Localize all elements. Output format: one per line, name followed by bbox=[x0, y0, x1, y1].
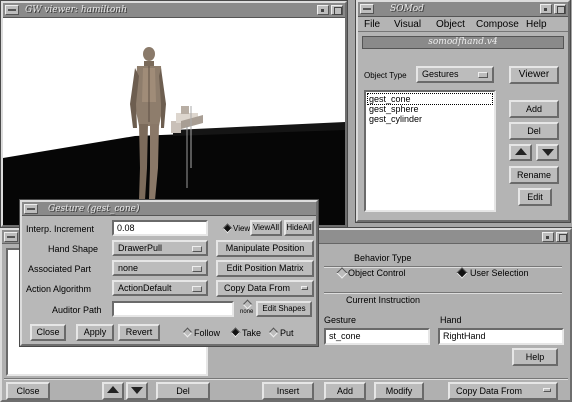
minimize-icon[interactable] bbox=[542, 232, 554, 242]
menu-object[interactable]: Object bbox=[436, 17, 465, 32]
arrow-up-icon bbox=[514, 148, 527, 155]
auditor-path-field[interactable] bbox=[112, 301, 234, 317]
current-instruction-label: Current Instruction bbox=[346, 295, 421, 305]
edit-button[interactable]: Edit bbox=[518, 188, 552, 206]
auditor-path-label: Auditor Path bbox=[52, 305, 102, 315]
minimize-icon[interactable] bbox=[540, 4, 552, 14]
list-item[interactable]: gest_cylinder bbox=[368, 114, 492, 124]
apply-button[interactable]: Apply bbox=[76, 324, 114, 341]
object-control-radio[interactable] bbox=[336, 267, 348, 279]
put-label: Put bbox=[280, 328, 294, 338]
viewer-window: GW viewer: hamiltonh bbox=[1, 1, 347, 227]
close-button[interactable]: Close bbox=[30, 324, 66, 341]
associated-part-label: Associated Part bbox=[28, 264, 92, 274]
window-menu-icon[interactable] bbox=[5, 5, 19, 15]
close-button[interactable]: Close bbox=[6, 382, 50, 400]
scene-render bbox=[3, 47, 345, 225]
view-radio[interactable] bbox=[222, 223, 233, 234]
user-selection-radio[interactable] bbox=[456, 267, 468, 279]
auditor-small-label: none bbox=[240, 309, 254, 315]
gesture-dialog-title: Gesture (gest_cone) bbox=[48, 204, 140, 214]
viewer-button[interactable]: Viewer bbox=[509, 66, 559, 84]
list-item[interactable]: gest_sphere bbox=[368, 104, 492, 114]
dropdown-indicator bbox=[301, 286, 308, 290]
follow-radio[interactable] bbox=[182, 327, 193, 338]
minimize-icon[interactable] bbox=[317, 5, 329, 15]
interp-increment-field[interactable]: 0.08 bbox=[112, 220, 208, 236]
viewer-titlebar[interactable]: GW viewer: hamiltonh bbox=[3, 3, 345, 18]
maximize-icon[interactable] bbox=[556, 232, 568, 242]
somod-window: SOMod File Visual Object Compose Help so… bbox=[356, 0, 570, 222]
view-label: View bbox=[233, 224, 251, 233]
hide-all-button[interactable]: HideAll bbox=[284, 220, 314, 236]
take-radio[interactable] bbox=[230, 327, 241, 338]
action-algorithm-select[interactable]: ActionDefault bbox=[112, 280, 208, 296]
gesture-label: Gesture bbox=[324, 315, 357, 325]
help-button[interactable]: Help bbox=[512, 348, 558, 366]
somod-title: SOMod bbox=[390, 4, 424, 14]
list-item[interactable]: gest_cone bbox=[367, 93, 493, 105]
arrow-down-icon bbox=[131, 387, 143, 394]
revert-button[interactable]: Revert bbox=[118, 324, 160, 341]
add-button[interactable]: Add bbox=[509, 100, 559, 118]
somod-titlebar[interactable]: SOMod bbox=[358, 2, 568, 17]
maximize-icon[interactable] bbox=[554, 4, 566, 14]
hand-field[interactable]: RightHand bbox=[438, 328, 564, 345]
insert-button[interactable]: Insert bbox=[262, 382, 314, 400]
add-button[interactable]: Add bbox=[324, 382, 366, 400]
window-menu-icon[interactable] bbox=[360, 4, 374, 14]
manipulate-position-button[interactable]: Manipulate Position bbox=[216, 240, 314, 257]
gesture-titlebar[interactable]: Gesture (gest_cone) bbox=[22, 202, 316, 216]
edit-position-matrix-button[interactable]: Edit Position Matrix bbox=[216, 260, 314, 277]
put-radio[interactable] bbox=[268, 327, 279, 338]
arrow-up-icon bbox=[107, 386, 119, 393]
viewer-title: GW viewer: hamiltonh bbox=[25, 5, 127, 15]
behavior-type-label: Behavior Type bbox=[354, 253, 412, 263]
object-type-select[interactable]: Gestures bbox=[416, 66, 494, 83]
associated-part-select[interactable]: none bbox=[112, 260, 208, 276]
menu-visual[interactable]: Visual bbox=[394, 17, 421, 32]
move-up-button[interactable] bbox=[509, 144, 532, 161]
object-control-label: Object Control bbox=[348, 268, 406, 278]
menu-help[interactable]: Help bbox=[526, 17, 547, 32]
somod-subtitle-bar: somodfhand.v4 bbox=[362, 36, 564, 49]
bottom-separator bbox=[4, 378, 568, 380]
move-down-button[interactable] bbox=[536, 144, 559, 161]
somod-subtitle: somodfhand.v4 bbox=[428, 37, 498, 47]
window-menu-icon[interactable] bbox=[24, 204, 38, 214]
copy-data-from-label: Copy Data From bbox=[456, 386, 523, 396]
hand-shape-select[interactable]: DrawerPull bbox=[112, 240, 208, 256]
del-button[interactable]: Del bbox=[509, 122, 559, 140]
edit-shapes-button[interactable]: Edit Shapes bbox=[256, 301, 312, 317]
dropdown-indicator bbox=[543, 388, 551, 392]
window-menu-icon[interactable] bbox=[4, 232, 18, 242]
rename-button[interactable]: Rename bbox=[509, 166, 559, 184]
del-button[interactable]: Del bbox=[156, 382, 210, 400]
gesture-list[interactable]: gest_cone gest_sphere gest_cylinder bbox=[364, 90, 496, 212]
copy-data-from-button[interactable]: Copy Data From bbox=[448, 382, 558, 400]
action-algorithm-label: Action Algorithm bbox=[26, 284, 92, 294]
take-label: Take bbox=[242, 328, 262, 338]
move-up-button[interactable] bbox=[102, 382, 124, 400]
somod-menubar: File Visual Object Compose Help bbox=[358, 17, 568, 32]
copy-data-from-button[interactable]: Copy Data From bbox=[216, 280, 314, 297]
gesture-field[interactable]: st_cone bbox=[324, 328, 430, 345]
3d-scene[interactable] bbox=[3, 18, 345, 225]
arrow-down-icon bbox=[541, 149, 554, 156]
user-selection-label: User Selection bbox=[470, 268, 529, 278]
modify-button[interactable]: Modify bbox=[374, 382, 424, 400]
view-all-button[interactable]: ViewAll bbox=[250, 220, 282, 236]
move-down-button[interactable] bbox=[126, 382, 148, 400]
gesture-dialog: Gesture (gest_cone) Interp. Increment 0.… bbox=[20, 200, 318, 346]
menu-compose[interactable]: Compose bbox=[476, 17, 519, 32]
copy-data-from-label: Copy Data From bbox=[224, 283, 291, 293]
hand-shape-label: Hand Shape bbox=[48, 244, 99, 254]
menu-file[interactable]: File bbox=[364, 17, 380, 32]
interp-increment-label: Interp. Increment bbox=[26, 224, 95, 234]
maximize-icon[interactable] bbox=[331, 5, 343, 15]
auditor-toggle[interactable] bbox=[242, 299, 253, 310]
follow-label: Follow bbox=[194, 328, 221, 338]
object-type-label: Object Type bbox=[364, 71, 407, 80]
hand-label: Hand bbox=[440, 315, 462, 325]
